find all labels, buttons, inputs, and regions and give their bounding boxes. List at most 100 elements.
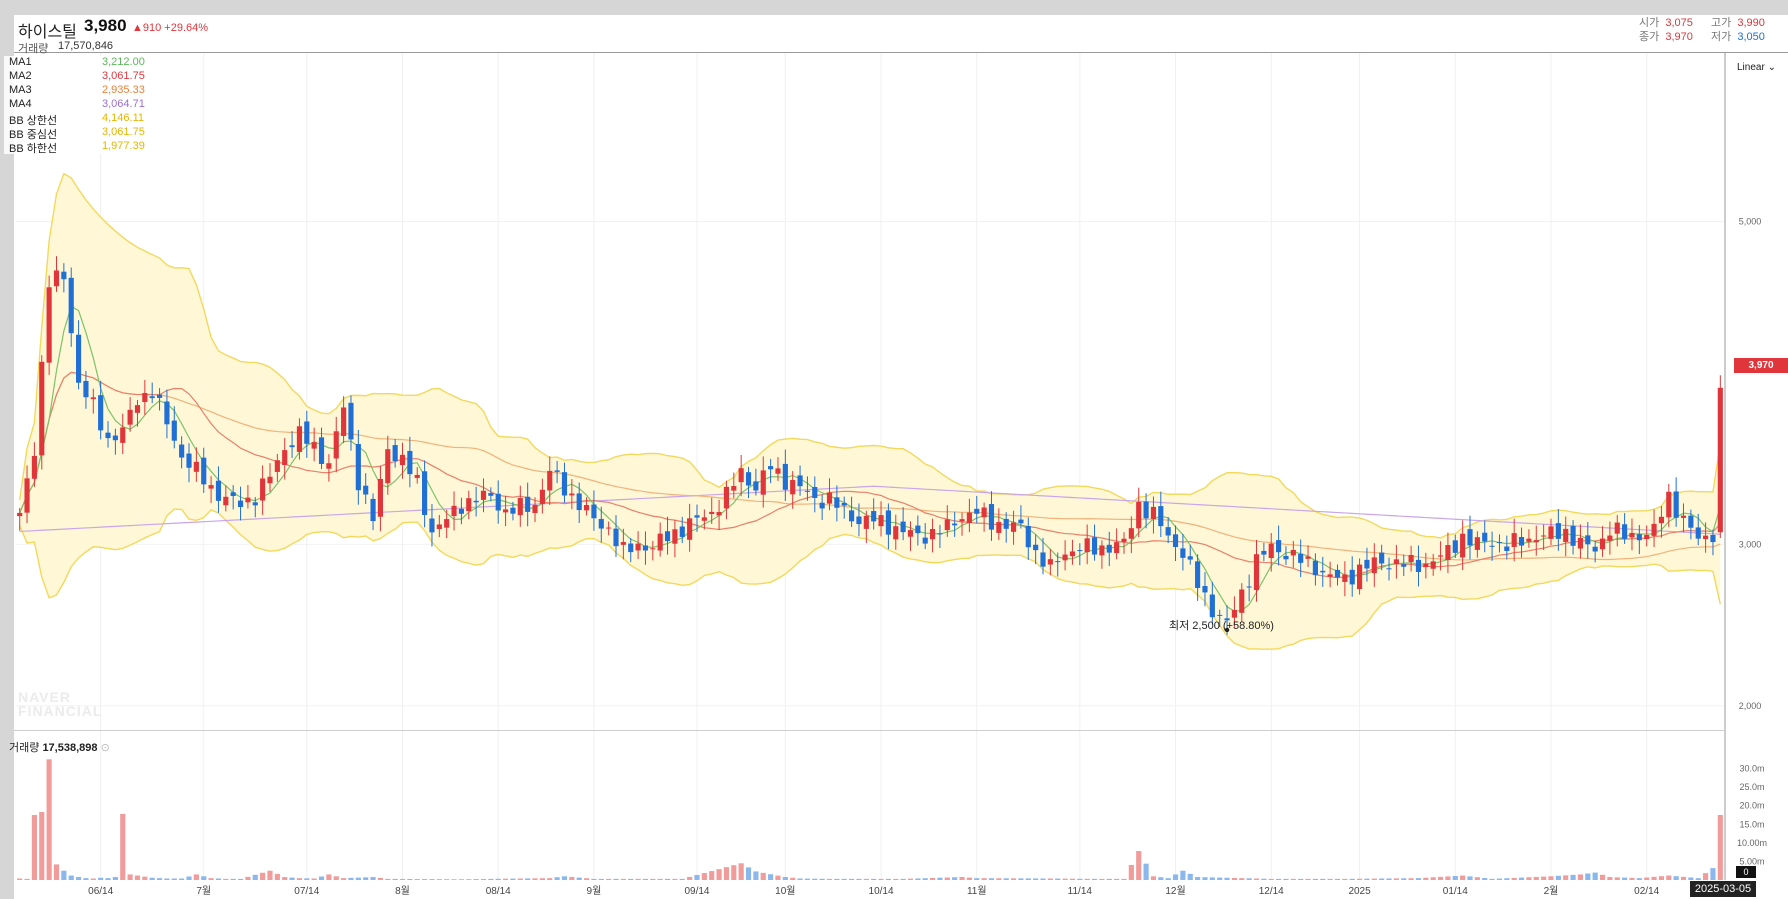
close-label: 종가 — [1639, 31, 1660, 43]
candle-body — [223, 496, 229, 506]
candle-body — [657, 533, 663, 551]
candle-body — [1187, 556, 1193, 560]
volume-bar — [1253, 878, 1260, 880]
legend-ma2[interactable]: MA2 3,061.75 — [4, 70, 152, 84]
candle-body — [289, 445, 295, 448]
low-quote: 저가 3,050 — [1711, 28, 1765, 44]
volume-bar — [76, 877, 82, 880]
volume-bar — [849, 878, 855, 880]
volume-bar — [1349, 878, 1355, 880]
volume-tick-label: 10.00m — [1737, 838, 1767, 848]
volume-bar — [1577, 874, 1584, 880]
candle-body — [1504, 546, 1510, 551]
candle-body — [1371, 557, 1377, 574]
candle-body — [738, 468, 744, 483]
candle-body — [944, 519, 950, 531]
volume-label: 거래량 — [18, 43, 49, 55]
candle-body — [885, 510, 891, 535]
volume-bar — [1209, 877, 1215, 880]
volume-bar — [260, 872, 266, 880]
settings-icon[interactable]: ⊙ — [101, 742, 110, 754]
candle-body — [952, 523, 958, 526]
volume-bar — [996, 878, 1002, 880]
candle-body — [1357, 564, 1363, 590]
volume-bar — [223, 878, 229, 880]
candle-body — [1482, 532, 1488, 542]
x-tick-label: 08/14 — [486, 886, 511, 897]
volume-bar — [1401, 878, 1407, 880]
volume-bar — [1047, 878, 1053, 880]
candle-body — [966, 512, 972, 523]
watermark-line: FINANCIAL — [18, 703, 103, 719]
candle-body — [61, 271, 67, 280]
candle-body — [245, 497, 251, 503]
volume-bar — [274, 873, 280, 880]
legend-bb-middle[interactable]: BB 중심선 3,061.75 — [4, 126, 152, 141]
candle-body — [539, 489, 545, 504]
volume-bar — [17, 878, 23, 880]
candle-body — [39, 361, 45, 456]
candle-body — [1202, 586, 1208, 593]
legend-value: 3,212.00 — [102, 56, 145, 68]
volume-bar — [503, 878, 509, 880]
candle-body — [723, 486, 730, 509]
candle-body — [687, 518, 693, 540]
legend-ma3[interactable]: MA3 2,935.33 — [4, 84, 152, 98]
candle-body — [304, 421, 310, 444]
volume-bar — [937, 877, 943, 880]
candle-body — [208, 485, 214, 489]
volume-bar — [480, 878, 487, 880]
candle-body — [1172, 534, 1179, 547]
volume-bar — [620, 878, 626, 880]
volume-bar — [1143, 863, 1149, 880]
candle-body — [694, 515, 700, 518]
volume-bar — [1467, 876, 1473, 880]
scale-mode-dropdown[interactable]: Linear ⌄ — [1737, 62, 1776, 73]
candle-body — [1703, 535, 1709, 540]
volume-bar — [385, 878, 391, 880]
volume-bar — [1062, 878, 1068, 880]
candle-body — [1253, 554, 1260, 591]
volume-bar — [569, 876, 575, 880]
candle-body — [1364, 559, 1370, 569]
volume-bar — [245, 876, 251, 880]
x-tick-label: 09/14 — [684, 886, 709, 897]
candle-body — [672, 529, 678, 544]
legend-bb-upper[interactable]: BB 상한선 4,146.11 — [4, 112, 152, 127]
volume-bar — [282, 877, 288, 880]
volume-bar — [723, 867, 730, 880]
candle-body — [348, 402, 354, 440]
volume-bar — [856, 878, 862, 880]
candle-body — [782, 463, 788, 490]
volume-bar — [885, 878, 891, 880]
legend-name: BB 하한선 — [9, 143, 58, 155]
volume-bar — [966, 877, 972, 880]
volume-bar — [1592, 872, 1598, 880]
candle-body — [1298, 553, 1304, 563]
volume-bar — [164, 878, 170, 880]
legend-ma1[interactable]: MA1 3,212.00 — [4, 56, 152, 70]
volume-bar — [635, 878, 641, 880]
candle-body — [164, 401, 170, 425]
candle-body — [871, 511, 877, 522]
candle-body — [635, 543, 641, 551]
candle-body — [1180, 548, 1186, 558]
price-tick-label: 5,000 — [1739, 217, 1762, 227]
legend-ma4[interactable]: MA4 3,064.71 — [4, 98, 152, 112]
candle-body — [68, 277, 74, 334]
candle-body — [583, 505, 590, 511]
volume-bar — [1276, 878, 1282, 880]
volume-zero-label: 0 — [1743, 867, 1748, 877]
legend-bb-lower[interactable]: BB 하한선 1,977.39 — [4, 140, 152, 155]
price-volume-chart[interactable]: 2,000 3,000 5,000 5.00m 10.00m 15.0m 20.0m 25.0… — [0, 0, 1788, 899]
candle-body — [1423, 563, 1429, 568]
volume-bar — [83, 878, 89, 880]
price-tick-label: 3,000 — [1739, 539, 1762, 549]
volume-bar — [1504, 878, 1510, 880]
volume-bar — [495, 878, 501, 880]
volume-bar — [959, 877, 965, 880]
close-quote: 종가 3,970 — [1639, 28, 1693, 44]
candle-body — [186, 453, 192, 468]
volume-bar — [1121, 878, 1127, 880]
candle-body — [1541, 535, 1547, 537]
